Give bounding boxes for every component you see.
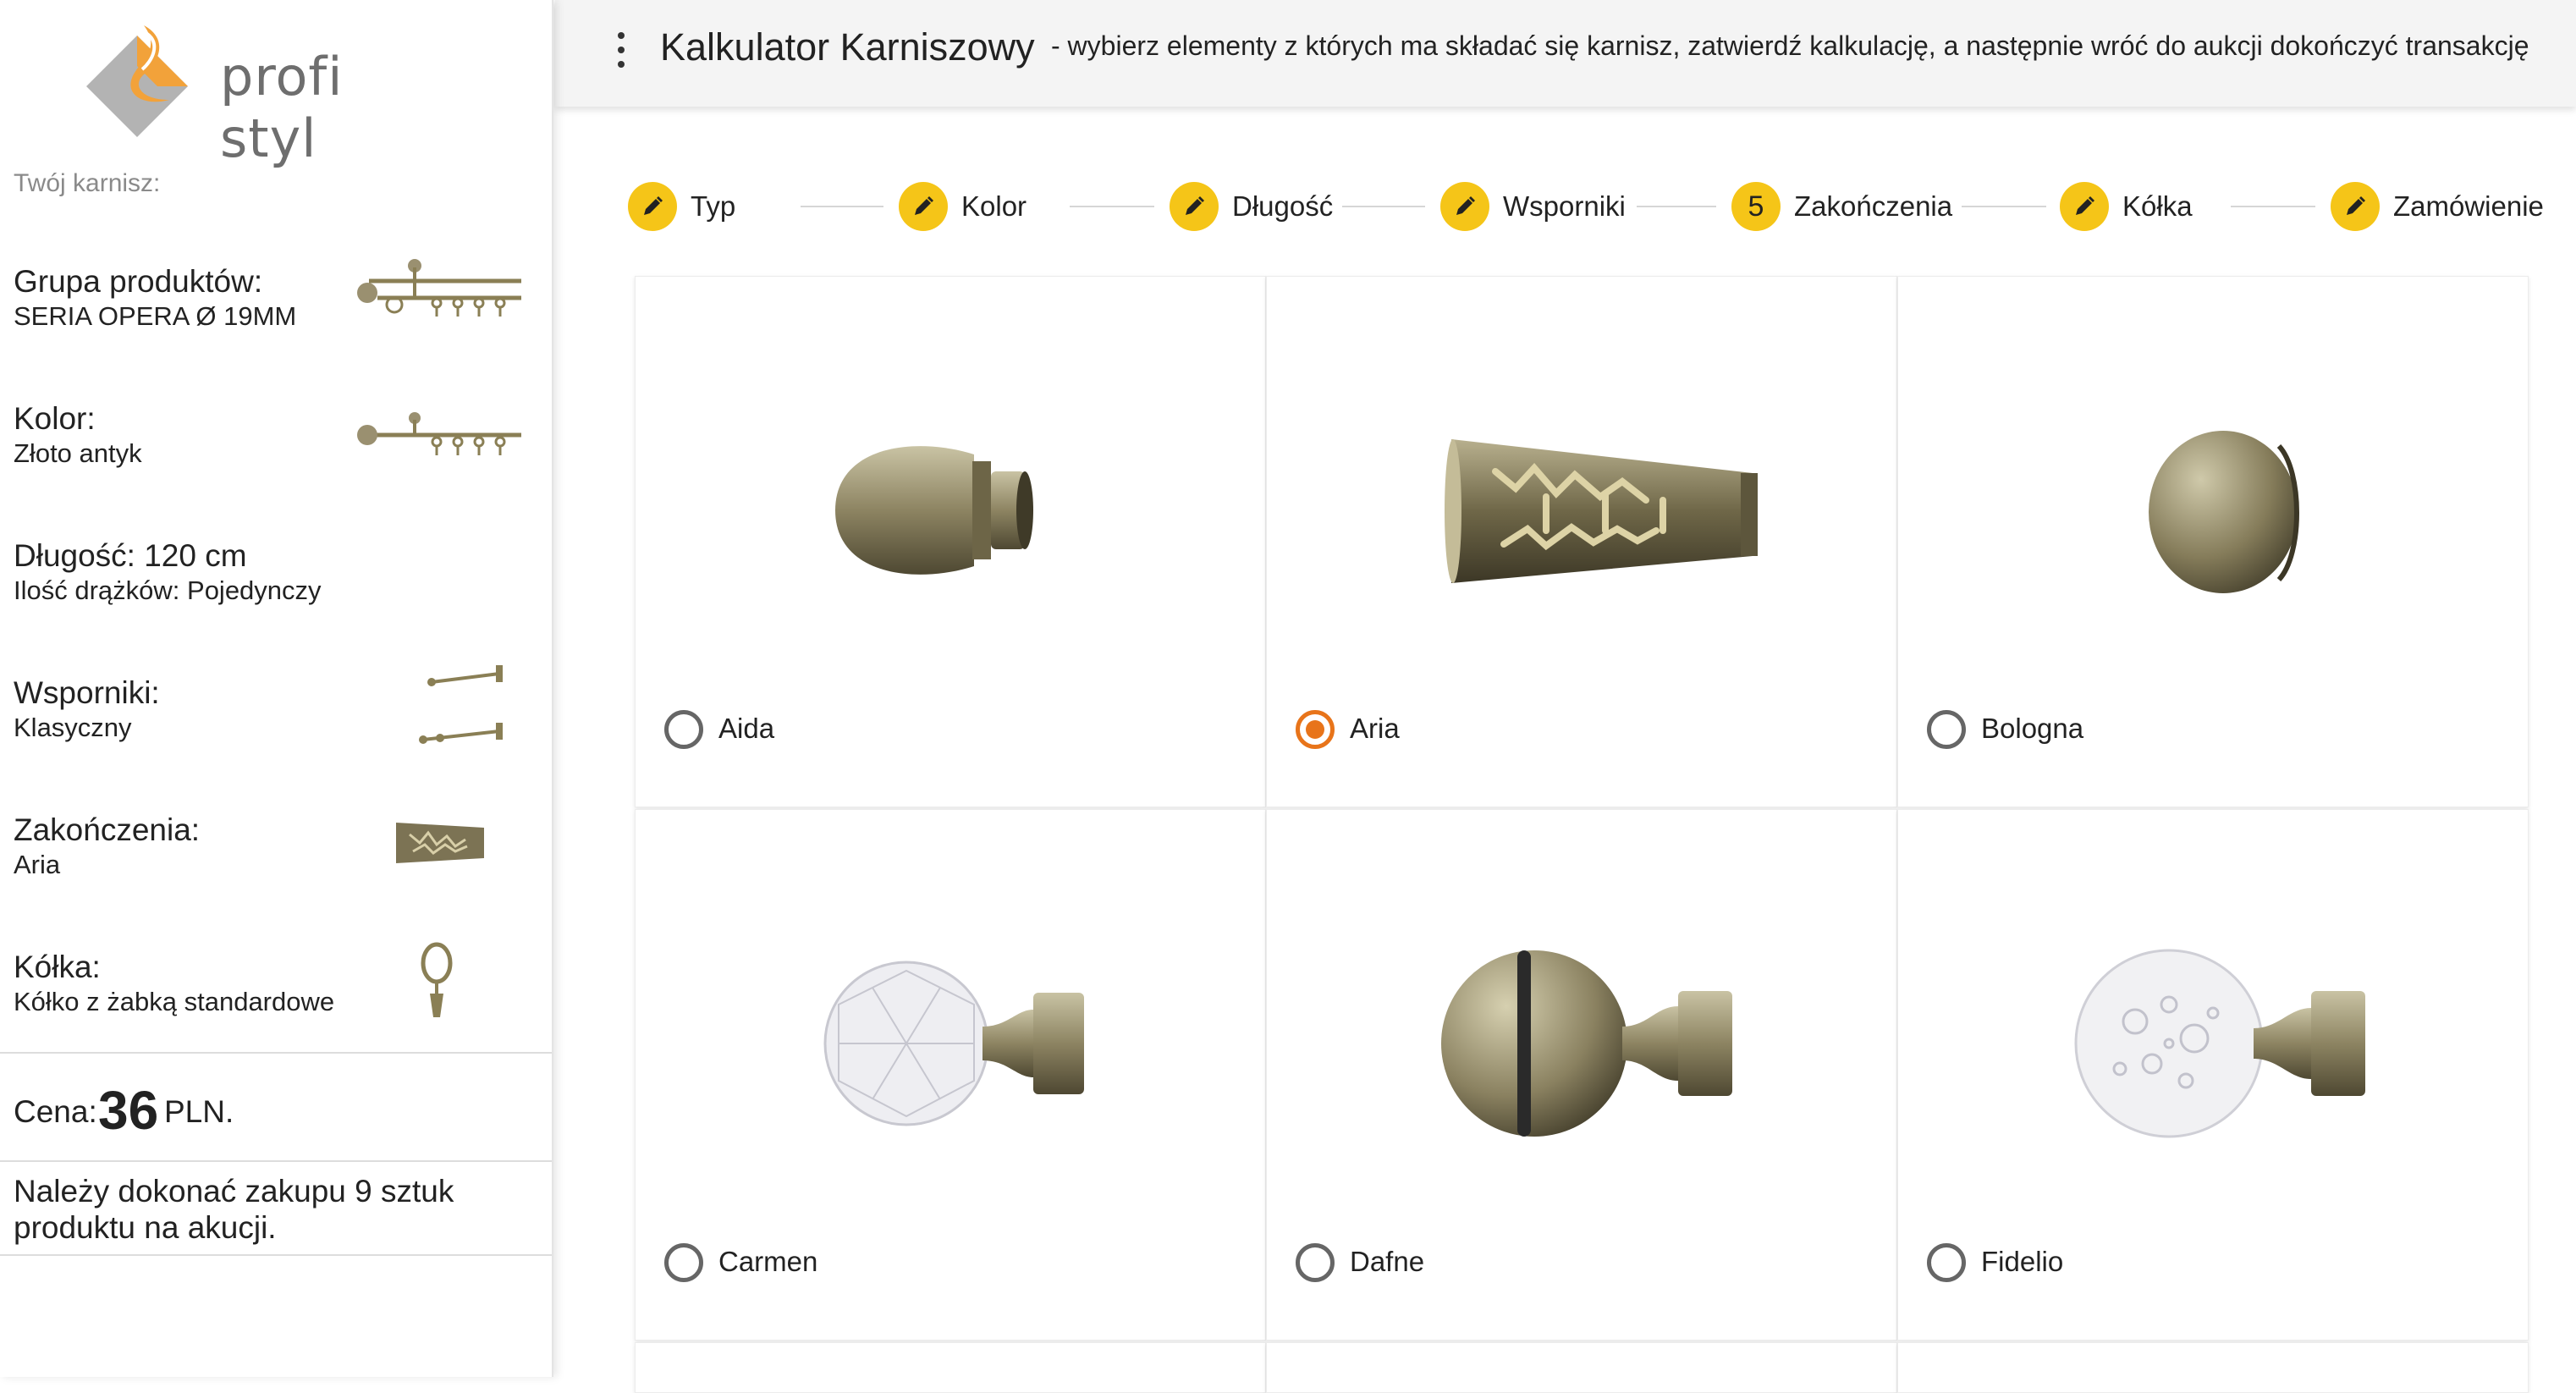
aria-finial-image (1445, 439, 1758, 583)
step-label: Kolor (961, 190, 1027, 222)
summary-label: Grupa produktów: (14, 264, 263, 299)
option-card-fidelio[interactable]: Fidelio (1897, 809, 2529, 1341)
price-value: 36 (98, 1080, 159, 1141)
single-rod-thumbnail-icon (357, 412, 521, 455)
bracket-thumbnail-icon (419, 665, 503, 744)
pencil-icon (1170, 182, 1219, 231)
summary-value: Złoto antyk (14, 438, 142, 468)
step-connector (1070, 206, 1154, 207)
step-connector (1342, 206, 1425, 207)
step-label: Kółka (2122, 190, 2193, 222)
option-card-aida[interactable]: Aida (635, 276, 1266, 807)
pencil-icon (2331, 182, 2380, 231)
step-label: Długość (1232, 190, 1334, 222)
summary-value: Klasyczny (14, 713, 132, 742)
option-card-dafne[interactable]: Dafne (1266, 809, 1897, 1341)
summary-label: Wsporniki: (14, 675, 160, 710)
step-connector (1637, 206, 1716, 207)
option-label: Fidelio (1981, 1246, 2064, 1277)
bologna-finial-image (2149, 431, 2299, 593)
step-connector (1962, 206, 2046, 207)
step-label: Wsporniki (1503, 190, 1626, 222)
step-typ[interactable]: Typ (628, 181, 735, 232)
step-number: 5 (1731, 182, 1781, 231)
carmen-finial-image (823, 961, 1084, 1126)
step-label: Typ (691, 190, 736, 222)
double-rod-thumbnail-icon (357, 259, 521, 317)
summary-row-color: Kolor: Złoto antyk (0, 401, 550, 538)
step-zamowienie[interactable]: Zamówienie (2331, 181, 2544, 232)
option-card-bologna[interactable]: Bologna (1897, 276, 2529, 807)
brand-name: profi styl (220, 46, 344, 169)
pencil-icon (1440, 182, 1489, 231)
step-wsporniki[interactable]: Wsporniki (1440, 181, 1626, 232)
fidelio-finial-image (2074, 949, 2365, 1138)
price-label: Cena: (14, 1094, 97, 1129)
top-bar: Kalkulator Karniszowy - wybierz elementy… (555, 0, 2576, 107)
summary-value: Kółko z żabką standardowe (14, 987, 335, 1016)
option-label: Dafne (1350, 1246, 1425, 1277)
pencil-icon (899, 182, 948, 231)
pencil-icon (2060, 182, 2109, 231)
summary-row-finials: Zakończenia: Aria (0, 812, 550, 950)
option-label: Aria (1350, 713, 1400, 744)
purchase-note: Należy dokonać zakupu 9 sztuk produktu n… (14, 1174, 454, 1245)
option-card-aria[interactable]: Aria (1266, 276, 1897, 807)
option-label: Carmen (718, 1246, 818, 1277)
option-radio[interactable] (1296, 1243, 1335, 1282)
price-box: Cena: 36 PLN. (0, 1052, 552, 1162)
step-connector (2231, 206, 2315, 207)
aria-finial-thumbnail-icon (396, 823, 484, 863)
step-kolor[interactable]: Kolor (899, 181, 1027, 232)
summary-value: SERIA OPERA Ø 19MM (14, 301, 297, 331)
summary-row-brackets: Wsporniki: Klasyczny (0, 665, 550, 812)
divider (0, 1254, 552, 1256)
option-card-partial[interactable] (1266, 1342, 1897, 1393)
page-subtitle: - wybierz elementy z których ma składać … (1051, 30, 2529, 61)
step-label: Zakończenia (1794, 190, 1953, 222)
option-radio-selected[interactable] (1296, 710, 1335, 749)
summary-row-product-group: Grupa produktów: SERIA OPERA Ø 19MM (0, 259, 550, 401)
summary-value: Aria (14, 850, 61, 879)
ring-thumbnail-icon (421, 942, 453, 1017)
step-zakonczenia[interactable]: 5 Zakończenia (1731, 181, 1952, 232)
brand-logo[interactable]: profi styl (85, 22, 457, 169)
pencil-icon (628, 182, 677, 231)
option-radio[interactable] (1927, 710, 1966, 749)
summary-row-length: Długość: 120 cm Ilość drążków: Pojedyncz… (0, 538, 550, 675)
dafne-finial-image (1441, 950, 1732, 1137)
step-connector (801, 206, 883, 207)
summary-label: Kolor: (14, 401, 96, 436)
more-menu-icon[interactable] (614, 32, 628, 74)
option-card-partial[interactable] (1897, 1342, 2529, 1393)
page-title: Kalkulator Karniszowy (660, 25, 1035, 69)
option-card-carmen[interactable]: Carmen (635, 809, 1266, 1341)
summary-label: Kółka: (14, 950, 101, 984)
summary-label: Zakończenia: (14, 812, 201, 847)
step-kolka[interactable]: Kółka (2060, 181, 2193, 232)
option-label: Aida (718, 713, 775, 744)
option-radio[interactable] (664, 710, 703, 749)
step-dlugosc[interactable]: Długość (1170, 181, 1333, 232)
option-label: Bologna (1981, 713, 2084, 744)
option-radio[interactable] (1927, 1243, 1966, 1282)
step-label: Zamówienie (2393, 190, 2544, 222)
your-rod-label: Twój karnisz: (14, 169, 161, 197)
option-radio[interactable] (664, 1243, 703, 1282)
summary-value: Ilość drążków: Pojedynczy (14, 575, 322, 605)
summary-sidebar: profi styl Twój karnisz: Grupa produktów… (0, 0, 553, 1377)
aida-finial-image (835, 446, 1033, 575)
option-card-partial[interactable] (635, 1342, 1266, 1393)
logo-mark-icon (86, 25, 188, 137)
price-currency: PLN. (164, 1094, 234, 1129)
summary-label: Długość: 120 cm (14, 538, 247, 573)
